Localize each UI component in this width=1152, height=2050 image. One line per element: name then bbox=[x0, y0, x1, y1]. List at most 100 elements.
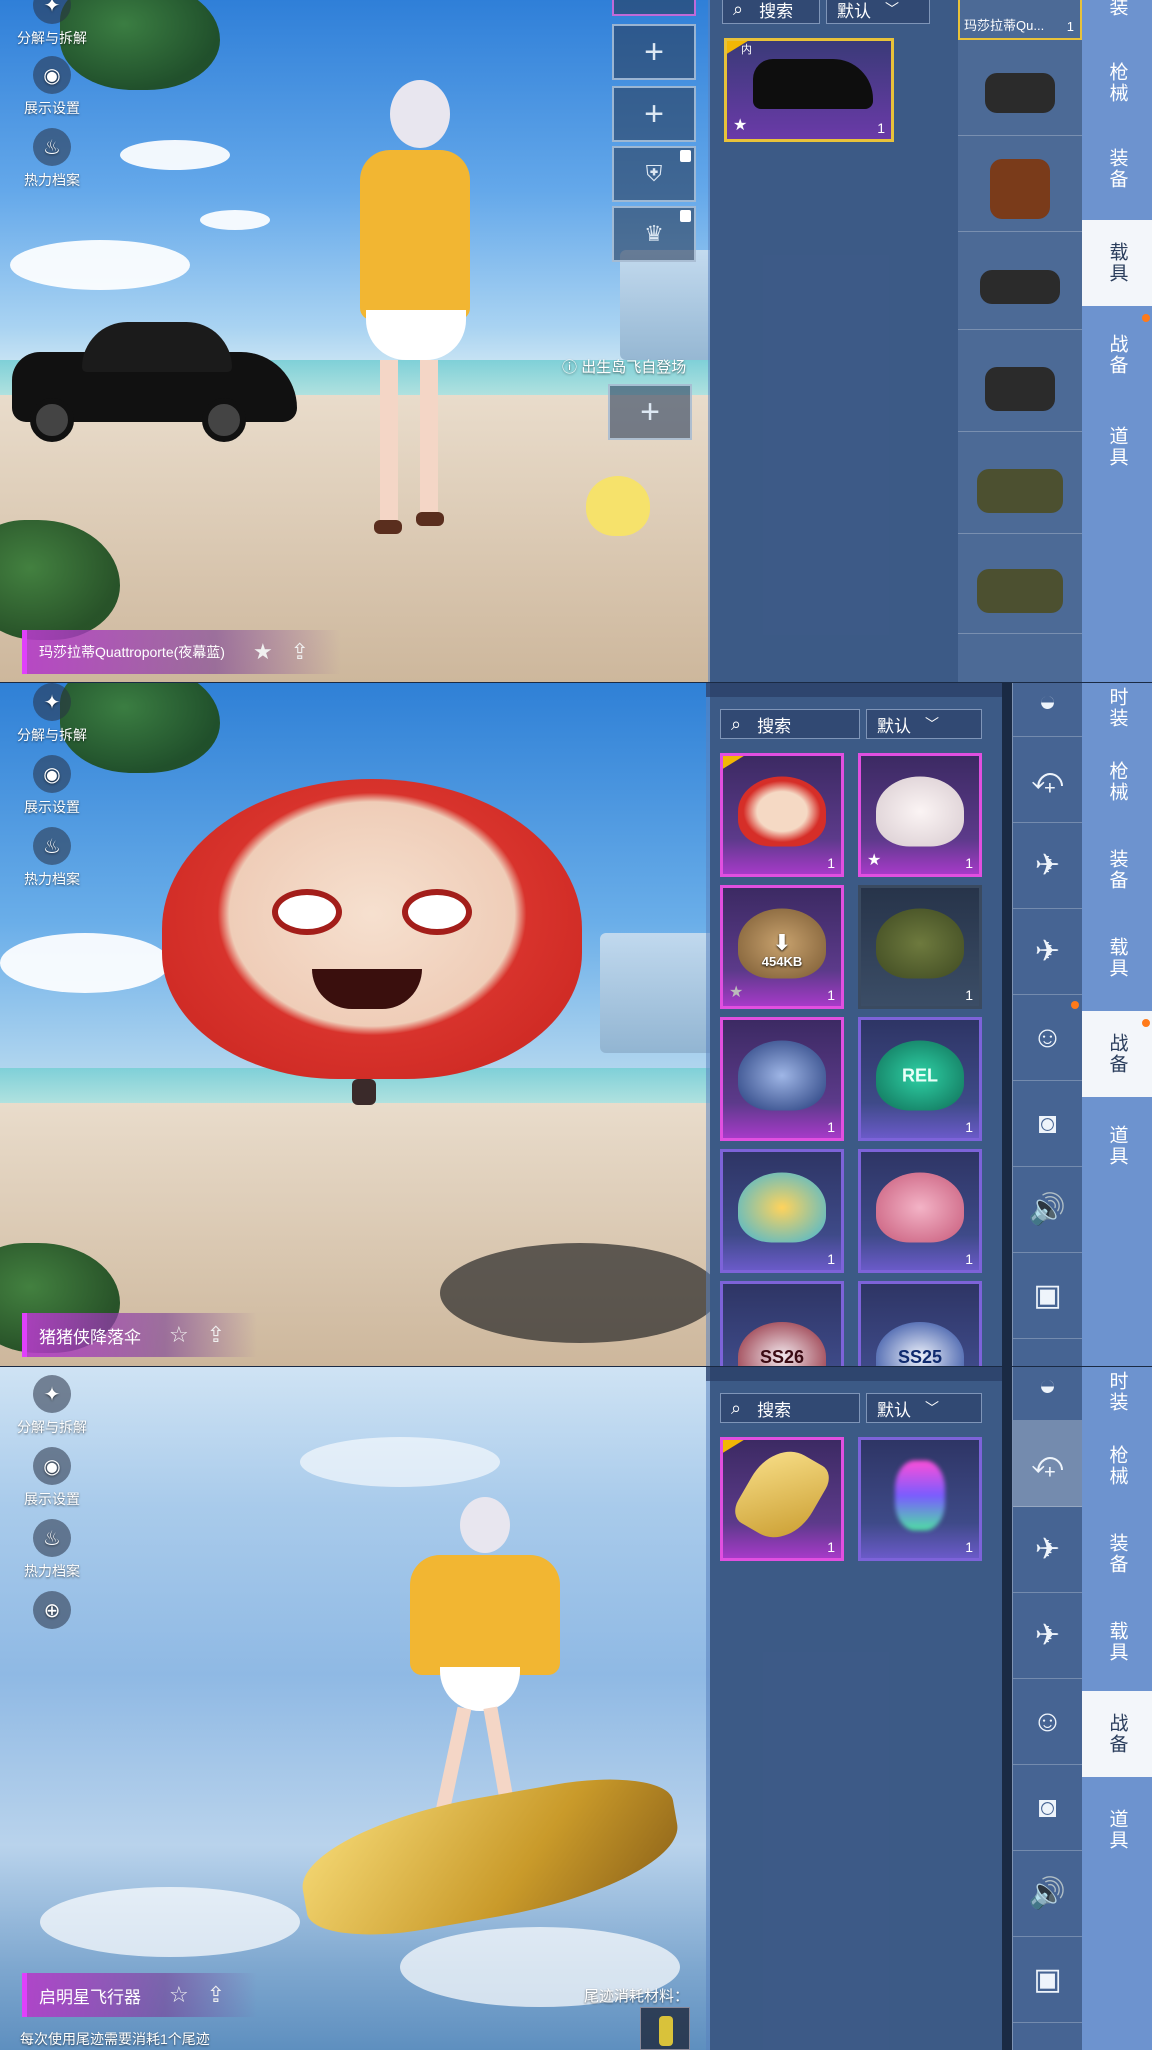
tab-battle-gear[interactable]: 战备 bbox=[1082, 312, 1152, 398]
vehicle-item-horse[interactable] bbox=[958, 146, 1082, 232]
parachute-card[interactable]: 1 bbox=[720, 1149, 844, 1273]
vehicle-item-selected[interactable]: 玛莎拉蒂Qu... 1 bbox=[958, 0, 1082, 40]
tab-label: 时装 bbox=[1106, 1371, 1128, 1413]
heat-archive-tool[interactable]: ♨ 热力档案 bbox=[10, 1519, 94, 1581]
parachute-card[interactable]: REL 1 bbox=[858, 1017, 982, 1141]
subcat-plane[interactable]: ✈ bbox=[1013, 1593, 1082, 1679]
subcat-sticker[interactable]: ▣ bbox=[1013, 1937, 1082, 2023]
search-row: ⌕ 搜索 默认 ﹀ bbox=[720, 709, 982, 739]
vehicle-card-selected[interactable]: 内 ★ 1 bbox=[724, 38, 894, 142]
search-input[interactable]: ⌕ 搜索 bbox=[720, 1393, 860, 1423]
buggy-icon bbox=[980, 269, 1060, 304]
subcat-sticker[interactable]: ▣ bbox=[1013, 1253, 1082, 1339]
add-slot-button[interactable]: + bbox=[608, 384, 692, 440]
search-input[interactable]: ⌕ 搜索 bbox=[722, 0, 820, 24]
download-size: 454KB bbox=[761, 954, 803, 969]
tab-label: 装备 bbox=[1106, 849, 1128, 891]
category-tabs: 时装 枪械 装备 载具 战备 道具 bbox=[1082, 683, 1152, 1366]
disassemble-tool[interactable]: ✦ 分解与拆解 bbox=[10, 0, 94, 48]
sort-label: 默认 bbox=[877, 716, 911, 736]
display-settings-tool[interactable]: ◉ 展示设置 bbox=[10, 1447, 94, 1509]
tab-weapons[interactable]: 枪械 bbox=[1082, 40, 1152, 126]
vehicle-item-jeep[interactable] bbox=[958, 448, 1082, 534]
locked-slot[interactable]: ♛ bbox=[612, 206, 696, 262]
share-icon[interactable]: ⇪ bbox=[207, 1322, 225, 1348]
tab-vehicles[interactable]: 载具 bbox=[1082, 1599, 1152, 1685]
drone-icon: ✈ bbox=[1034, 849, 1061, 882]
parachute-card[interactable]: 1 bbox=[720, 753, 844, 877]
download-overlay[interactable]: ⬇ 454KB bbox=[723, 932, 841, 970]
tab-label: 道具 bbox=[1106, 426, 1128, 468]
tab-weapons[interactable]: 枪械 bbox=[1082, 739, 1152, 825]
parachute-text: REL bbox=[902, 1065, 938, 1085]
share-icon[interactable]: ⇪ bbox=[291, 639, 309, 665]
parachute-card[interactable]: ★ 1 bbox=[858, 753, 982, 877]
parachute-card[interactable]: 1 bbox=[858, 1149, 982, 1273]
trail-material-slot[interactable] bbox=[640, 2007, 690, 2050]
disassemble-tool[interactable]: ✦ 分解与拆解 bbox=[10, 1375, 94, 1437]
slot-selected[interactable] bbox=[612, 0, 696, 16]
spawn-island-hint[interactable]: ⓘ 出生岛飞自登场 bbox=[562, 356, 686, 377]
tab-equipment[interactable]: 装备 bbox=[1082, 827, 1152, 913]
parachute-card[interactable]: 1 bbox=[720, 1017, 844, 1141]
puzzle-icon: ✦ bbox=[33, 683, 71, 721]
locked-slot[interactable]: ⛨ bbox=[612, 146, 696, 202]
subcategory-list: ◒ ⤽ ✈ ✈ ☺ ◙ 🔊 ▣ bbox=[1012, 683, 1082, 1366]
tab-equipment[interactable]: 装备 bbox=[1082, 126, 1152, 212]
sort-dropdown[interactable]: 默认 ﹀ bbox=[866, 1393, 982, 1423]
subcat-drone[interactable]: ✈ bbox=[1013, 823, 1082, 909]
add-slot-button[interactable]: + bbox=[612, 24, 696, 80]
zoom-tool[interactable]: ⊕ bbox=[10, 1591, 94, 1633]
favorite-star-icon[interactable]: ★ bbox=[253, 639, 273, 665]
subcat-drone[interactable]: ✈ bbox=[1013, 1507, 1082, 1593]
search-input[interactable]: ⌕ 搜索 bbox=[720, 709, 860, 739]
favorite-star-icon[interactable]: ☆ bbox=[169, 1982, 189, 2008]
tab-vehicles[interactable]: 载具 bbox=[1082, 220, 1152, 306]
disassemble-label: 分解与拆解 bbox=[17, 727, 87, 743]
trail-card[interactable]: 1 bbox=[858, 1437, 982, 1561]
subcat-voice[interactable]: 🔊 bbox=[1013, 1851, 1082, 1937]
parachute-card[interactable]: SS26 bbox=[720, 1281, 844, 1366]
search-row: ⌕ 搜索 默认 ﹀ bbox=[720, 1393, 982, 1423]
subcat-helmet[interactable]: ◒ bbox=[1013, 683, 1082, 737]
sort-dropdown[interactable]: 默认 ﹀ bbox=[866, 709, 982, 739]
parachute-card[interactable]: 1 bbox=[858, 885, 982, 1009]
tab-items[interactable]: 道具 bbox=[1082, 404, 1152, 490]
parachute-card[interactable]: ⬇ 454KB ★ 1 bbox=[720, 885, 844, 1009]
subcat-plane[interactable]: ✈ bbox=[1013, 909, 1082, 995]
parachute-thumbnail: SS25 bbox=[876, 1322, 964, 1366]
vehicle-item-jeep-2[interactable] bbox=[958, 548, 1082, 634]
vehicle-item-motorcycle-2[interactable] bbox=[958, 346, 1082, 432]
tab-items[interactable]: 道具 bbox=[1082, 1103, 1152, 1189]
heat-archive-tool[interactable]: ♨ 热力档案 bbox=[10, 128, 94, 190]
add-slot-button[interactable]: + bbox=[612, 86, 696, 142]
vehicle-item-motorcycle[interactable] bbox=[958, 50, 1082, 136]
subcat-voice[interactable]: 🔊 bbox=[1013, 1167, 1082, 1253]
item-name: 猪猪侠降落伞 bbox=[39, 1327, 141, 1347]
heat-archive-tool[interactable]: ♨ 热力档案 bbox=[10, 827, 94, 889]
display-settings-tool[interactable]: ◉ 展示设置 bbox=[10, 56, 94, 118]
vehicle-item-buggy[interactable] bbox=[958, 244, 1082, 330]
pet-chick bbox=[586, 476, 650, 536]
subcat-companion[interactable]: ◙ bbox=[1013, 1765, 1082, 1851]
tab-vehicles[interactable]: 载具 bbox=[1082, 915, 1152, 1001]
display-settings-tool[interactable]: ◉ 展示设置 bbox=[10, 755, 94, 817]
inventory-header-strip bbox=[706, 1367, 1002, 1381]
search-icon: ⌕ bbox=[733, 0, 744, 19]
tab-items[interactable]: 道具 bbox=[1082, 1787, 1152, 1873]
subcat-companion[interactable]: ◙ bbox=[1013, 1081, 1082, 1167]
favorite-star-icon[interactable]: ☆ bbox=[169, 1322, 189, 1348]
tab-label: 装备 bbox=[1106, 148, 1128, 190]
flyer-card[interactable]: 1 bbox=[720, 1437, 844, 1561]
sort-dropdown[interactable]: 默认 ﹀ bbox=[826, 0, 930, 24]
tab-battle-gear[interactable]: 战备 bbox=[1082, 1691, 1152, 1777]
disassemble-tool[interactable]: ✦ 分解与拆解 bbox=[10, 683, 94, 745]
subcat-skydive[interactable]: ⤽ bbox=[1013, 1421, 1082, 1507]
subcat-emote[interactable]: ☺ bbox=[1013, 1679, 1082, 1765]
tab-equipment[interactable]: 装备 bbox=[1082, 1511, 1152, 1597]
tab-weapons[interactable]: 枪械 bbox=[1082, 1423, 1152, 1509]
subcat-skydive[interactable]: ⤽ bbox=[1013, 737, 1082, 823]
subcat-helmet[interactable]: ◒ bbox=[1013, 1367, 1082, 1421]
parachute-card[interactable]: SS25 bbox=[858, 1281, 982, 1366]
share-icon[interactable]: ⇪ bbox=[207, 1982, 225, 2008]
